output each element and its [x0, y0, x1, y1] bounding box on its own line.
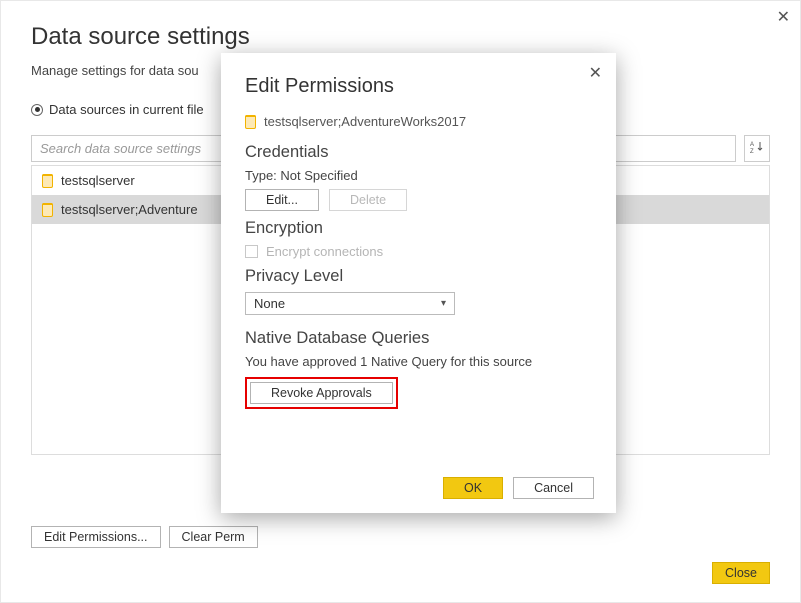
- ok-button[interactable]: OK: [443, 477, 503, 499]
- edit-permissions-dialog: ✕ Edit Permissions testsqlserver;Adventu…: [221, 53, 616, 513]
- privacy-heading: Privacy Level: [245, 267, 592, 286]
- close-icon[interactable]: ✕: [777, 7, 790, 27]
- database-icon: [245, 115, 256, 129]
- clear-permissions-button[interactable]: Clear Perm: [169, 526, 258, 548]
- encrypt-connections-checkbox: Encrypt connections: [245, 244, 592, 259]
- edit-permissions-button[interactable]: Edit Permissions...: [31, 526, 161, 548]
- svg-text:Z: Z: [750, 149, 754, 154]
- checkbox-icon: [245, 245, 258, 258]
- database-icon: [42, 203, 53, 217]
- revoke-highlight: Revoke Approvals: [245, 377, 398, 409]
- credentials-heading: Credentials: [245, 143, 592, 162]
- close-icon[interactable]: ✕: [589, 63, 602, 83]
- native-queries-message: You have approved 1 Native Query for thi…: [245, 354, 592, 369]
- privacy-level-select[interactable]: None ▾: [245, 292, 455, 315]
- svg-text:A: A: [750, 142, 754, 148]
- delete-credentials-button: Delete: [329, 189, 407, 211]
- sort-icon: A Z: [750, 140, 764, 157]
- sort-button[interactable]: A Z: [744, 135, 770, 162]
- checkbox-label: Encrypt connections: [266, 244, 383, 259]
- cancel-button[interactable]: Cancel: [513, 477, 594, 499]
- list-item-label: testsqlserver;Adventure: [61, 202, 198, 217]
- dialog-title: Edit Permissions: [245, 75, 592, 98]
- list-item-label: testsqlserver: [61, 173, 135, 188]
- select-value: None: [254, 296, 285, 311]
- dialog-source-name: testsqlserver;AdventureWorks2017: [264, 114, 466, 129]
- radio-label: Data sources in current file: [49, 102, 204, 117]
- native-queries-heading: Native Database Queries: [245, 329, 592, 348]
- database-icon: [42, 174, 53, 188]
- credentials-type: Type: Not Specified: [245, 168, 592, 183]
- radio-icon: [31, 104, 43, 116]
- close-button[interactable]: Close: [712, 562, 770, 584]
- chevron-down-icon: ▾: [441, 298, 446, 309]
- page-title: Data source settings: [31, 23, 770, 51]
- edit-credentials-button[interactable]: Edit...: [245, 189, 319, 211]
- revoke-approvals-button[interactable]: Revoke Approvals: [250, 382, 393, 404]
- encryption-heading: Encryption: [245, 219, 592, 238]
